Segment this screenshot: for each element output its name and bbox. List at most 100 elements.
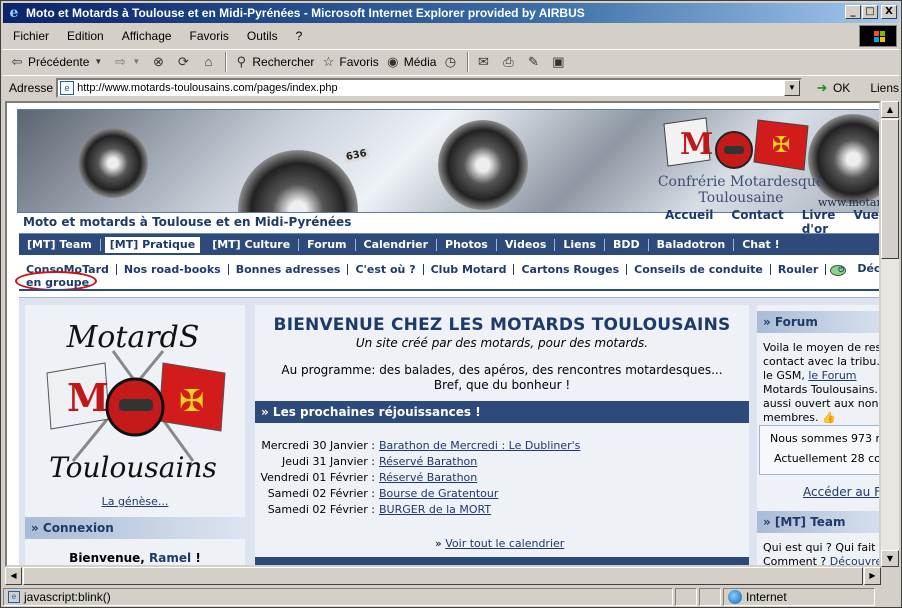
scroll-thumb[interactable]: [23, 567, 863, 585]
media-label: Média: [403, 54, 437, 69]
address-input[interactable]: e http://www.motards-toulousains.com/pag…: [56, 77, 802, 98]
back-button[interactable]: ⇦ Précédente ▼: [9, 51, 106, 73]
nav-videos[interactable]: Videos: [497, 238, 556, 251]
favorites-star-icon: ☆: [322, 53, 335, 69]
globe-icon: [728, 590, 742, 604]
motards-toulousains-logo: MotardS M ✠ Toulousains: [46, 320, 226, 484]
refresh-button[interactable]: ⟳: [175, 51, 194, 73]
menu-fichier[interactable]: Fichier: [13, 29, 49, 43]
window-title: Moto et Motards à Toulouse et en Midi-Py…: [26, 6, 585, 20]
logo-bottom-text: Toulousains: [49, 451, 217, 484]
subnav-bonnes-adresses[interactable]: Bonnes adresses: [229, 263, 349, 275]
logout-link[interactable]: ⏻Déconnexion: [826, 261, 879, 276]
links-button[interactable]: Liens: [870, 81, 899, 95]
forum-header: » Forum: [757, 311, 879, 333]
address-url[interactable]: http://www.motards-toulousains.com/pages…: [77, 82, 337, 94]
top-link-contact[interactable]: Contact: [731, 208, 783, 236]
nav-bdd[interactable]: BDD: [605, 238, 649, 251]
nav-liens[interactable]: Liens: [555, 238, 606, 251]
scroll-up-icon[interactable]: ▲: [881, 101, 899, 118]
close-button[interactable]: X: [881, 5, 897, 19]
calendar-link[interactable]: Voir tout le calendrier: [445, 537, 564, 550]
browser-window: e Moto et Motards à Toulouse et en Midi-…: [0, 0, 902, 608]
nav-forum[interactable]: Forum: [299, 238, 356, 251]
subnav-conseils-conduite[interactable]: Conseils de conduite: [627, 263, 771, 275]
page-icon: e: [60, 80, 75, 95]
top-link-livre-dor[interactable]: Livre d'or: [802, 208, 836, 236]
chevron-down-icon[interactable]: ▼: [131, 54, 141, 70]
forum-link[interactable]: le Forum: [808, 369, 856, 382]
menu-favoris[interactable]: Favoris: [190, 29, 229, 43]
edit-button[interactable]: ✎: [525, 51, 544, 73]
nav-mt-pratique[interactable]: [MT] Pratique: [104, 236, 201, 253]
minimize-button[interactable]: _: [845, 5, 861, 19]
svg-text:M: M: [67, 375, 109, 420]
menu-outils[interactable]: Outils: [247, 29, 278, 43]
menu-help[interactable]: ?: [296, 29, 303, 43]
page-viewport[interactable]: 636 M ✠ Confrérie Motardesque Toulousain…: [5, 101, 881, 567]
discover-link[interactable]: Découvre: [830, 555, 879, 565]
search-icon: ⚲: [236, 53, 247, 69]
event-link[interactable]: Réservé Barathon: [379, 471, 477, 484]
subnav-rouler[interactable]: Rouler: [771, 263, 827, 275]
calendar-prefix: »: [435, 537, 442, 550]
zone-label: Internet: [746, 590, 787, 604]
top-link-accueil[interactable]: Accueil: [665, 208, 713, 236]
event-link[interactable]: BURGER de la MORT: [379, 503, 491, 516]
menu-affichage[interactable]: Affichage: [122, 29, 172, 43]
chevron-down-icon[interactable]: ▼: [93, 54, 103, 70]
nav-mt-culture[interactable]: [MT] Culture: [204, 238, 300, 251]
scroll-left-icon[interactable]: ◀: [5, 567, 22, 585]
history-button[interactable]: ◷: [442, 51, 461, 73]
horizontal-scrollbar[interactable]: ◀ ▶: [5, 567, 881, 585]
nav-baladotron[interactable]: Baladotron: [649, 238, 735, 251]
nav-photos[interactable]: Photos: [437, 238, 497, 251]
address-bar: Adresse e http://www.motards-toulousains…: [3, 75, 899, 99]
subnav-cest-ou[interactable]: C'est où ?: [348, 263, 424, 275]
scroll-thumb[interactable]: [881, 119, 899, 259]
bike-wheel-decor: [238, 150, 358, 212]
subnav-cartons-rouges[interactable]: Cartons Rouges: [514, 263, 628, 275]
mail-button[interactable]: ✉: [475, 51, 494, 73]
forum-description: Voila le moyen de res contact avec la tr…: [763, 341, 881, 424]
event-date: Samedi 02 Février :: [267, 502, 375, 516]
event-link[interactable]: Barathon de Mercredi : Le Dubliner's: [379, 439, 580, 452]
event-date: Mercredi 30 Janvier :: [261, 438, 375, 452]
username[interactable]: Ramel: [149, 551, 191, 565]
genese-link[interactable]: La génèse...: [25, 495, 245, 508]
scroll-down-icon[interactable]: ▼: [881, 550, 899, 567]
vertical-scrollbar[interactable]: ▲ ▼: [881, 101, 899, 567]
forward-button[interactable]: ⇨ ▼: [112, 51, 144, 73]
brand-flags-logo: M ✠: [663, 117, 809, 171]
event-link[interactable]: Réservé Barathon: [379, 455, 477, 468]
nav-mt-team[interactable]: [MT] Team: [19, 238, 101, 251]
menu-edition[interactable]: Edition: [67, 29, 104, 43]
scrollbar-corner: [881, 567, 899, 585]
stop-button[interactable]: ⊗: [150, 51, 169, 73]
forum-access-link[interactable]: Accéder au For: [803, 485, 879, 499]
event-link[interactable]: Bourse de Gratentour: [379, 487, 498, 500]
bike-headlight-decor: [78, 128, 148, 198]
header-banner: 636 M ✠ Confrérie Motardesque Toulousain…: [17, 109, 879, 213]
maximize-button[interactable]: □: [862, 5, 878, 19]
nav-chat[interactable]: Chat !: [734, 238, 787, 251]
back-arrow-icon: ⇦: [11, 53, 23, 69]
media-button[interactable]: ◉ Média: [385, 51, 437, 73]
event-row: Samedi 02 Février : BURGER de la MORT: [255, 501, 749, 517]
address-dropdown-icon[interactable]: ▼: [783, 79, 800, 96]
subnav-club-motard[interactable]: Club Motard: [424, 263, 515, 275]
discuss-button[interactable]: ▣: [550, 51, 569, 73]
home-button[interactable]: ⌂: [200, 51, 219, 73]
favorites-button[interactable]: ☆ Favoris: [320, 51, 379, 73]
nav-divider: [19, 289, 879, 291]
subnav-road-books[interactable]: Nos road-books: [117, 263, 229, 275]
toolbar: ⇦ Précédente ▼ ⇨ ▼ ⊗ ⟳ ⌂ ⚲ Rechercher ☆ …: [3, 49, 899, 73]
event-row: Mercredi 30 Janvier : Barathon de Mercre…: [255, 437, 749, 453]
go-button[interactable]: ➜ OK: [814, 80, 851, 96]
scroll-right-icon[interactable]: ▶: [864, 567, 881, 585]
nav-calendrier[interactable]: Calendrier: [356, 238, 438, 251]
search-button[interactable]: ⚲ Rechercher: [233, 51, 315, 73]
print-button[interactable]: ⎙: [500, 51, 519, 73]
top-link-vue[interactable]: Vue: [853, 208, 879, 236]
status-main: e javascript:blink(): [3, 588, 673, 606]
